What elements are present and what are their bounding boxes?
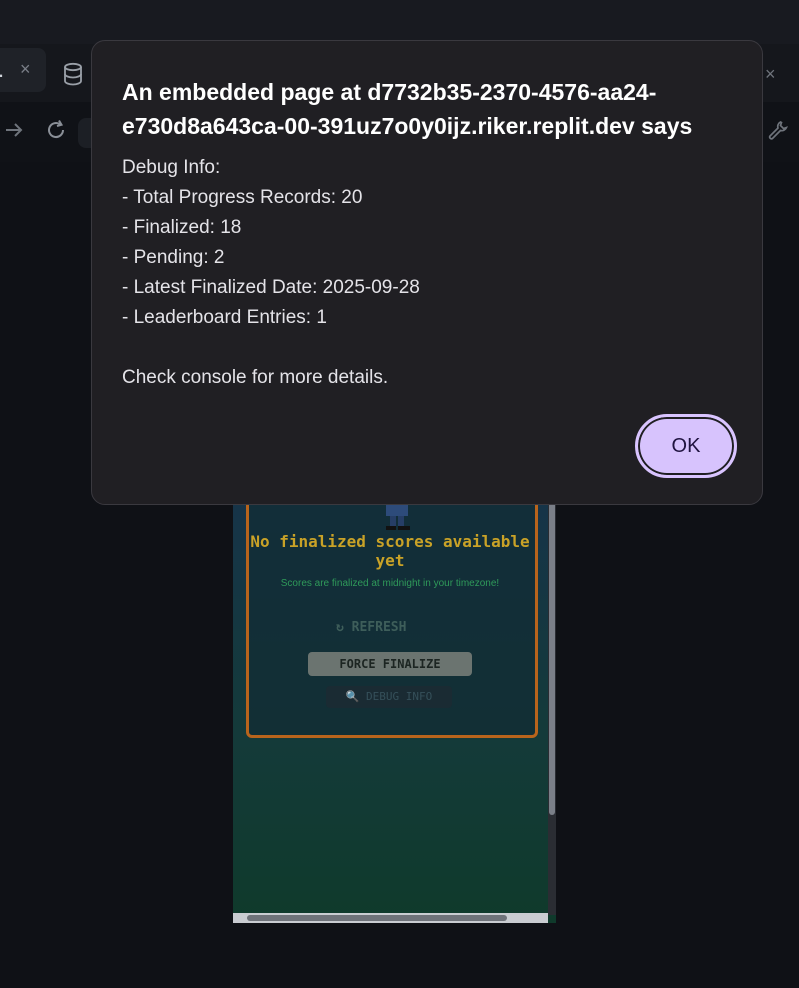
dialog-message-line: - Finalized: 18	[122, 217, 242, 238]
dialog-message-line: - Leaderboard Entries: 1	[122, 307, 327, 328]
dialog-message-line: - Pending: 2	[122, 247, 225, 268]
reload-icon[interactable]	[44, 118, 68, 142]
browser-tab[interactable]: . ×	[0, 48, 46, 92]
dialog-message-line: Debug Info:	[122, 157, 221, 178]
dialog-message-line: Check console for more details.	[122, 367, 389, 388]
scrollbar-thumb[interactable]	[549, 495, 555, 815]
address-bar[interactable]	[78, 118, 92, 148]
tab-title-fragment: .	[0, 57, 4, 83]
refresh-button[interactable]: ↻ REFRESH	[336, 620, 406, 635]
horizontal-scrollbar[interactable]	[233, 913, 548, 923]
vertical-scrollbar[interactable]	[548, 495, 556, 915]
alert-dialog: An embedded page at d7732b35-2370-4576-a…	[91, 40, 763, 505]
dialog-message-line: - Latest Finalized Date: 2025-09-28	[122, 277, 420, 298]
empty-state-title: No finalized scores available yet	[250, 532, 530, 570]
dialog-message-line: - Total Progress Records: 20	[122, 187, 363, 208]
empty-state-subtitle: Scores are finalized at midnight in your…	[280, 578, 500, 589]
scrollbar-thumb[interactable]	[247, 915, 507, 921]
dialog-title: An embedded page at d7732b35-2370-4576-a…	[122, 79, 693, 139]
database-icon[interactable]	[62, 62, 84, 86]
close-icon[interactable]: ×	[765, 64, 776, 85]
force-finalize-button[interactable]: FORCE FINALIZE	[308, 652, 472, 676]
forward-arrow-icon[interactable]	[2, 118, 26, 142]
ok-button[interactable]: OK	[635, 414, 737, 478]
wrench-icon[interactable]	[766, 118, 790, 142]
debug-info-button[interactable]: 🔍 DEBUG INFO	[326, 686, 452, 708]
close-icon[interactable]: ×	[20, 59, 31, 80]
browser-top-bar	[0, 0, 799, 44]
